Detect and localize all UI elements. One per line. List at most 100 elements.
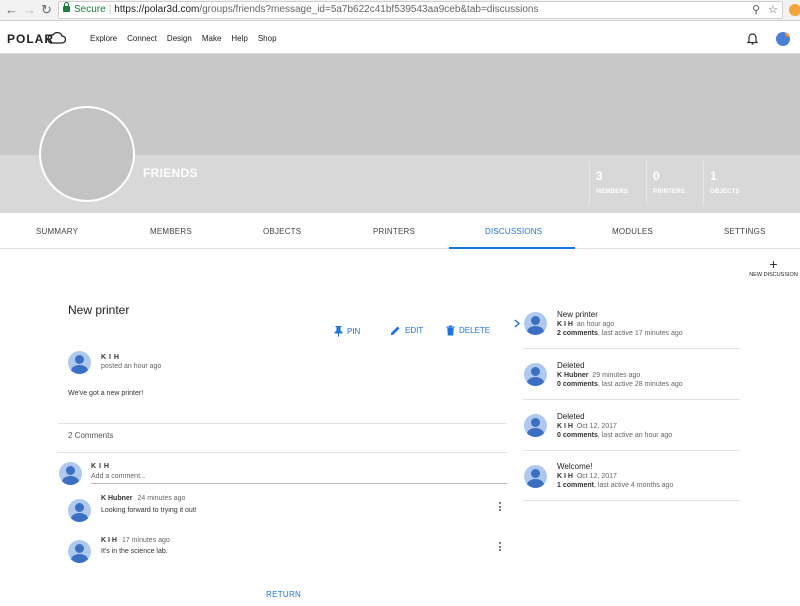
post-author-name[interactable]: K I H	[101, 354, 119, 361]
list-divider	[523, 450, 740, 451]
discussion-avatar	[524, 414, 547, 437]
menu-connect[interactable]: Connect	[127, 34, 157, 43]
menu-design[interactable]: Design	[167, 34, 192, 43]
edit-label: EDIT	[405, 326, 424, 335]
compose-avatar	[59, 462, 82, 485]
post-author-avatar[interactable]	[68, 351, 91, 374]
delete-button[interactable]: DELETE	[446, 325, 490, 336]
extension-icon[interactable]	[789, 4, 800, 16]
comments-divider	[58, 452, 507, 453]
comment-input[interactable]: Add a comment...	[91, 473, 146, 480]
discussion-item-last-active: , last active 17 minutes ago	[597, 330, 683, 337]
comment-avatar[interactable]	[68, 499, 91, 522]
menu-explore[interactable]: Explore	[90, 34, 117, 43]
comment-input-underline	[91, 483, 507, 484]
active-tab-indicator	[449, 247, 575, 249]
address-bar[interactable]: Secure | https://polar3d.com/groups/friend…	[58, 1, 783, 19]
discussion-item-author: K I H	[557, 321, 573, 328]
zoom-icon[interactable]: ⚲	[752, 4, 760, 16]
plus-icon: +	[769, 256, 778, 272]
discussion-item-comments: 1 comment	[557, 482, 594, 489]
comment-author-name[interactable]: K Hubner	[101, 495, 133, 502]
stat-members-label: MEMBERS	[596, 189, 629, 195]
new-discussion-button[interactable]: + NEW DISCUSSION	[747, 256, 800, 278]
discussion-item-title: Welcome!	[557, 462, 593, 471]
return-button[interactable]: RETURN	[266, 590, 301, 599]
edit-button[interactable]: EDIT	[390, 325, 423, 336]
comment-author: K I H 17 minutes ago	[101, 537, 170, 544]
stat-printers-label: PRINTERS	[653, 189, 685, 195]
stat-printers[interactable]: 0 PRINTERS	[646, 161, 702, 205]
main-menu: Explore Connect Design Make Help Shop	[90, 34, 287, 43]
pin-button[interactable]: PIN	[334, 325, 360, 337]
discussion-item-comments: 0 comments	[557, 381, 598, 388]
chevron-right-icon	[514, 319, 520, 328]
comment-time: 24 minutes ago	[137, 495, 186, 502]
reload-icon[interactable]: ↻	[41, 2, 52, 18]
url-path: /groups/friends?message_id=5a7b622c41bf5…	[199, 4, 539, 15]
tab-objects[interactable]: OBJECTS	[263, 227, 301, 236]
discussion-avatar	[524, 363, 547, 386]
discussion-item-author-line: K I H Oct 12, 2017	[557, 423, 617, 430]
list-divider	[523, 500, 740, 501]
tab-summary[interactable]: SUMMARY	[36, 227, 78, 236]
trash-icon	[446, 325, 455, 336]
comment-author: K Hubner 24 minutes ago	[101, 495, 185, 502]
tab-printers[interactable]: PRINTERS	[373, 227, 415, 236]
browser-toolbar: ← → ↻ Secure | https://polar3d.com/groups/…	[0, 0, 800, 21]
comment-text: Looking forward to trying it out!	[101, 507, 197, 514]
discussion-avatar	[524, 312, 547, 335]
tab-modules[interactable]: MODULES	[612, 227, 653, 236]
menu-help[interactable]: Help	[231, 34, 247, 43]
tab-settings[interactable]: SETTINGS	[724, 227, 766, 236]
discussion-item-comments: 0 comments	[557, 432, 598, 439]
stat-members-count: 3	[596, 169, 603, 183]
stat-printers-count: 0	[653, 169, 660, 183]
user-avatar[interactable]	[776, 32, 790, 46]
lock-icon	[63, 2, 70, 12]
menu-make[interactable]: Make	[202, 34, 222, 43]
menu-shop[interactable]: Shop	[258, 34, 277, 43]
discussion-item-author: K I H	[557, 473, 573, 480]
comment-time: 17 minutes ago	[121, 537, 170, 544]
discussion-avatar	[524, 465, 547, 488]
comment-avatar[interactable]	[68, 540, 91, 563]
discussion-item-author: K Hubner	[557, 372, 589, 379]
compose-author-name: K I H	[91, 463, 110, 470]
discussion-item-time: Oct 12, 2017	[576, 473, 617, 480]
discussion-item-title: Deleted	[557, 361, 585, 370]
delete-label: DELETE	[459, 326, 491, 335]
discussion-item-comments: 2 comments	[557, 330, 598, 337]
cloud-logo-icon[interactable]	[46, 31, 66, 44]
discussion-title: New printer	[68, 303, 130, 317]
back-arrow-icon[interactable]: ←	[5, 2, 18, 17]
stat-objects[interactable]: 1 OBJECTS	[703, 161, 759, 205]
pencil-icon	[391, 326, 400, 335]
discussion-item-title: Deleted	[557, 412, 585, 421]
pin-icon	[334, 326, 343, 337]
comment-author-name[interactable]: K I H	[101, 537, 117, 544]
discussion-item-last-active: , last active 28 minutes ago	[597, 381, 683, 388]
pin-label: PIN	[347, 326, 361, 336]
tab-members[interactable]: MEMBERS	[150, 227, 192, 236]
bookmark-star-icon[interactable]: ☆	[768, 4, 778, 16]
group-tabs: SUMMARY MEMBERS OBJECTS PRINTERS DISCUSS…	[0, 213, 800, 249]
list-divider	[523, 348, 740, 349]
discussion-item-activity: 0 comments, last active 28 minutes ago	[557, 381, 683, 388]
post-divider	[58, 423, 507, 424]
comments-count: 2 Comments	[68, 431, 114, 440]
bell-icon[interactable]	[747, 33, 758, 45]
discussion-item-activity: 2 comments, last active 17 minutes ago	[557, 330, 683, 337]
new-discussion-label: NEW DISCUSSION	[749, 272, 798, 278]
discussion-item-activity: 0 comments, last active an hour ago	[557, 432, 672, 439]
stat-members[interactable]: 3 MEMBERS	[589, 161, 645, 205]
more-vert-icon[interactable]	[499, 542, 502, 553]
more-vert-icon[interactable]	[499, 502, 502, 513]
post-timestamp: posted an hour ago	[101, 363, 162, 370]
url-host: https://polar3d.com	[114, 4, 200, 15]
tab-discussions[interactable]: DISCUSSIONS	[485, 227, 542, 236]
forward-arrow-icon[interactable]: →	[23, 2, 36, 17]
discussion-item-time: 29 minutes ago	[592, 372, 641, 379]
discussion-item-last-active: , last active 4 months ago	[593, 482, 674, 489]
discussion-item-activity: 1 comment, last active 4 months ago	[557, 482, 673, 489]
